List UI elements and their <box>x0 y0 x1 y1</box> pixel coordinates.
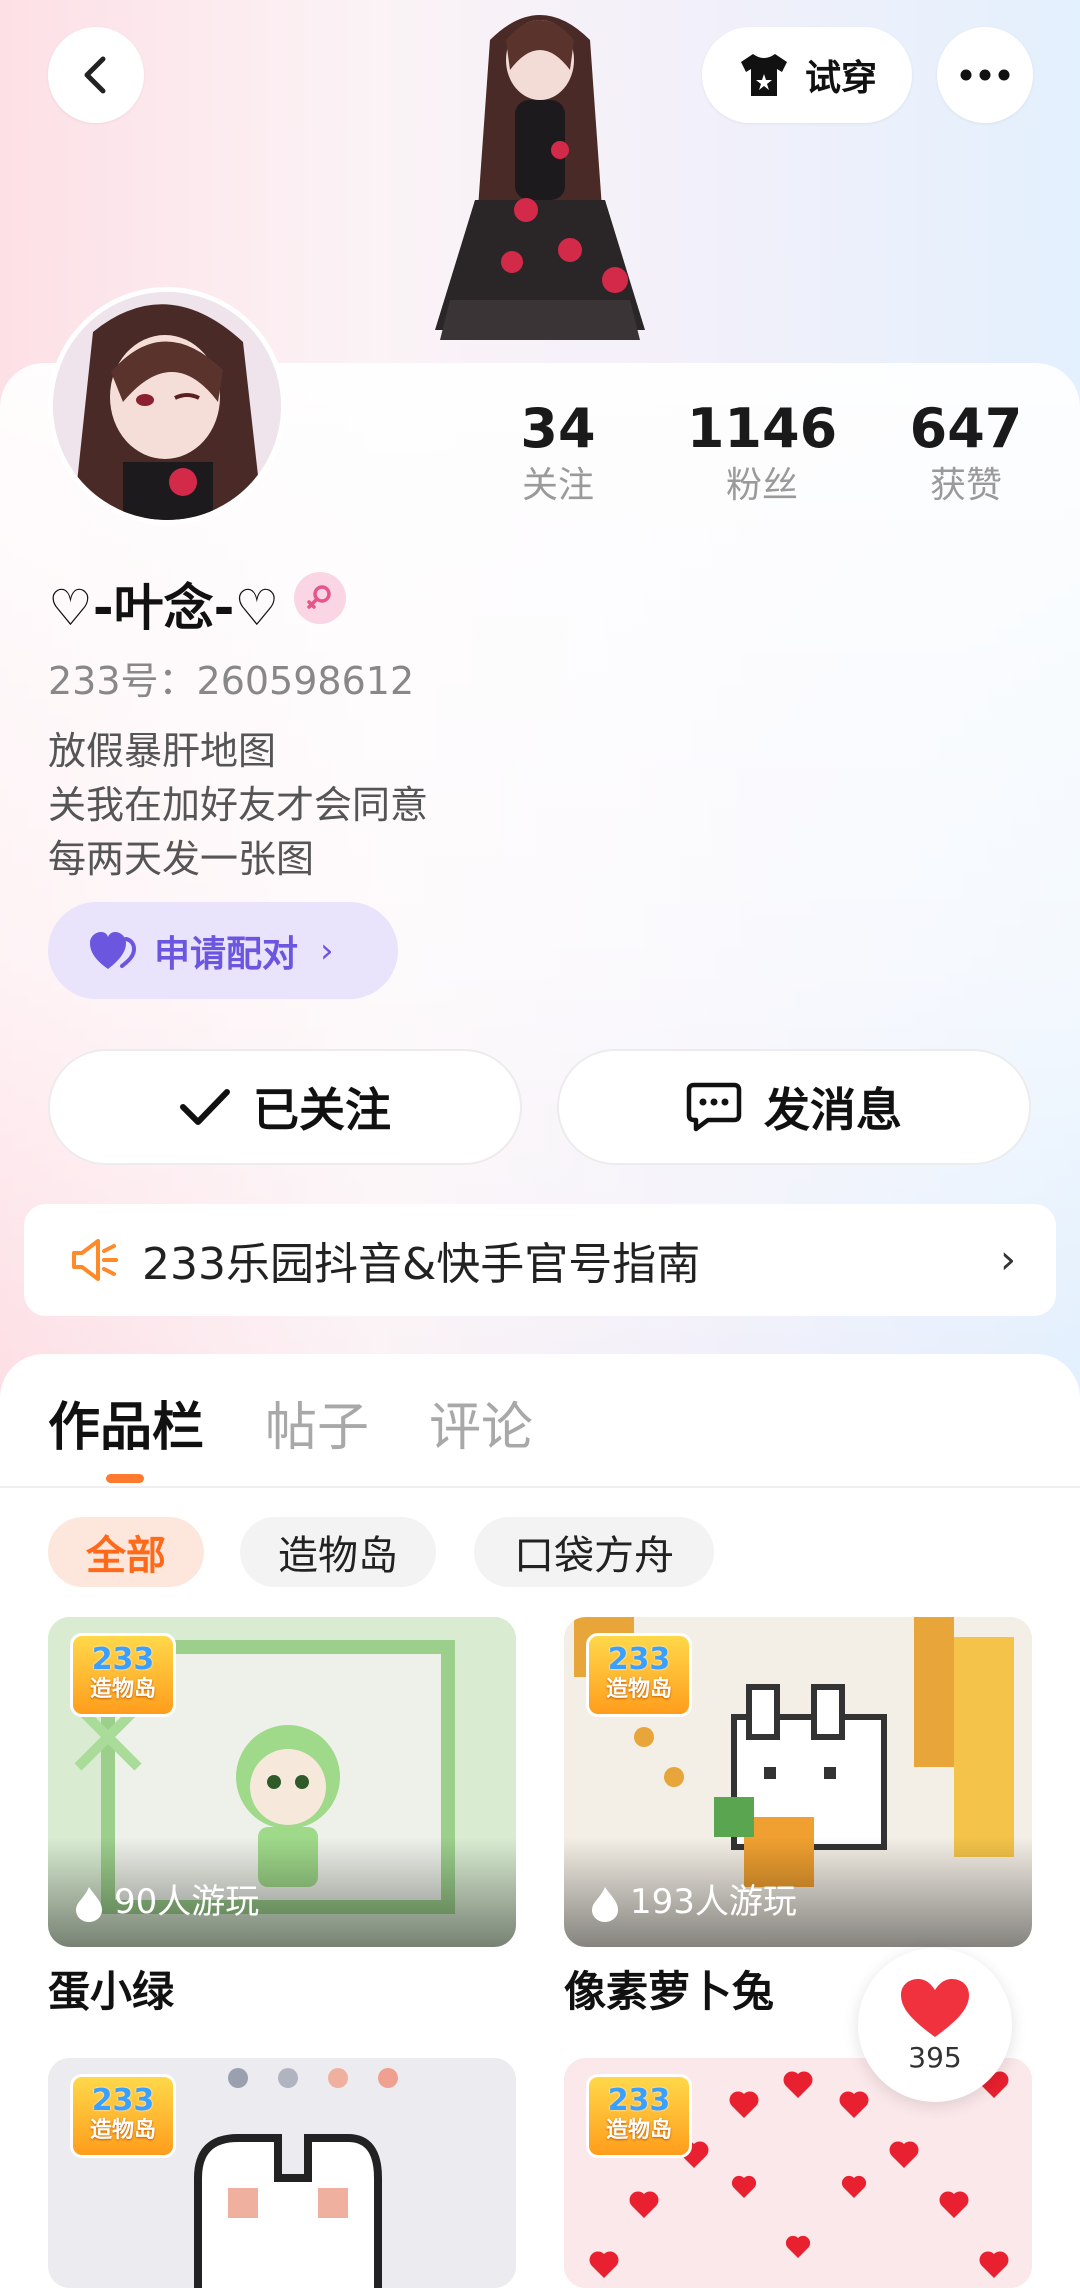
tab-comments[interactable]: 评论 <box>429 1385 533 1460</box>
chat-bubble-icon <box>686 1082 742 1132</box>
more-dots-icon <box>960 69 1010 81</box>
stat-number: 1146 <box>686 397 838 460</box>
bio-line: 关我在加好友才会同意 <box>48 783 429 827</box>
stat-followers[interactable]: 1146 粉丝 <box>677 398 847 510</box>
creation-island-logo: 233 造物岛 <box>70 1633 176 1717</box>
filter-creation-island[interactable]: 造物岛 <box>240 1517 436 1587</box>
chevron-left-icon <box>84 56 106 94</box>
work-title[interactable]: 蛋小绿 <box>48 1958 174 2019</box>
heart-icon <box>901 1978 969 2037</box>
work-card[interactable]: 233 造物岛 193人游玩 <box>564 1617 1032 1947</box>
stat-likes[interactable]: 647 获赞 <box>881 398 1051 510</box>
stat-label: 获赞 <box>929 465 1002 506</box>
bio-line: 放假暴肝地图 <box>48 729 277 773</box>
stat-following[interactable]: 34 关注 <box>473 398 643 510</box>
avatar[interactable] <box>48 287 286 525</box>
filter-all[interactable]: 全部 <box>48 1517 204 1587</box>
work-title[interactable]: 像素萝卜兔 <box>564 1958 774 2019</box>
logo-line: 造物岛 <box>89 2118 156 2143</box>
play-count-text: 90人游玩 <box>114 1882 260 1922</box>
user-name: ♡-叶念-♡ <box>48 579 280 637</box>
stat-label: 粉丝 <box>725 465 798 506</box>
floating-like-button[interactable]: 395 <box>858 1948 1012 2102</box>
filter-pocket-ark[interactable]: 口袋方舟 <box>474 1517 714 1587</box>
logo-line: 233 <box>91 1642 155 1677</box>
work-card[interactable]: 233 造物岛 90人游玩 <box>48 1617 516 1947</box>
logo-line: 233 <box>91 2083 155 2118</box>
stat-label: 关注 <box>521 465 594 506</box>
avatar-character-illustration <box>435 15 645 340</box>
chevron-right-icon: › <box>1000 1237 1016 1283</box>
gender-badge <box>294 572 346 624</box>
logo-line: 造物岛 <box>89 1677 156 1702</box>
message-label: 发消息 <box>764 1083 902 1137</box>
play-count: 193人游玩 <box>564 1837 1032 1947</box>
back-button[interactable] <box>48 27 144 123</box>
play-count-text: 193人游玩 <box>630 1882 797 1922</box>
tab-posts[interactable]: 帖子 <box>265 1385 369 1460</box>
tab-divider <box>0 1486 1080 1488</box>
tab-works[interactable]: 作品栏 <box>48 1385 204 1460</box>
flame-icon <box>592 1887 618 1922</box>
avatar-image <box>53 292 281 520</box>
flame-icon <box>76 1887 102 1922</box>
female-icon <box>307 585 331 609</box>
creation-island-logo: 233 造物岛 <box>586 1633 692 1717</box>
logo-line: 233 <box>607 1642 671 1677</box>
bio-line: 每两天发一张图 <box>48 837 315 881</box>
pair-request-label: 申请配对 <box>154 933 299 975</box>
followed-button[interactable]: 已关注 <box>48 1049 522 1165</box>
logo-line: 233 <box>607 2083 671 2118</box>
try-on-label: 试穿 <box>804 58 877 99</box>
message-button[interactable]: 发消息 <box>557 1049 1031 1165</box>
active-tab-indicator <box>106 1474 144 1483</box>
chevron-right-icon: › <box>320 930 334 971</box>
logo-line: 造物岛 <box>605 2118 672 2143</box>
play-count: 90人游玩 <box>48 1837 516 1947</box>
more-button[interactable] <box>937 27 1033 123</box>
announcement-banner[interactable]: 233乐园抖音&快手官号指南 › <box>24 1204 1056 1316</box>
creation-island-logo: 233 造物岛 <box>70 2074 176 2158</box>
try-on-button[interactable]: 试穿 <box>702 27 912 123</box>
creation-island-logo: 233 造物岛 <box>586 2074 692 2158</box>
user-id: 233号：260598612 <box>48 659 415 703</box>
logo-line: 造物岛 <box>605 1677 672 1702</box>
like-count: 395 <box>908 2040 962 2074</box>
stat-number: 34 <box>520 397 596 460</box>
announcement-text: 233乐园抖音&快手官号指南 <box>142 1239 701 1290</box>
megaphone-icon <box>72 1239 118 1281</box>
pair-request-button[interactable]: 申请配对 › <box>48 902 398 999</box>
heart-pair-icon <box>90 931 136 969</box>
outfit-icon <box>740 54 787 96</box>
followed-label: 已关注 <box>253 1083 391 1137</box>
stat-number: 647 <box>909 397 1023 460</box>
checkmark-icon <box>180 1089 230 1125</box>
